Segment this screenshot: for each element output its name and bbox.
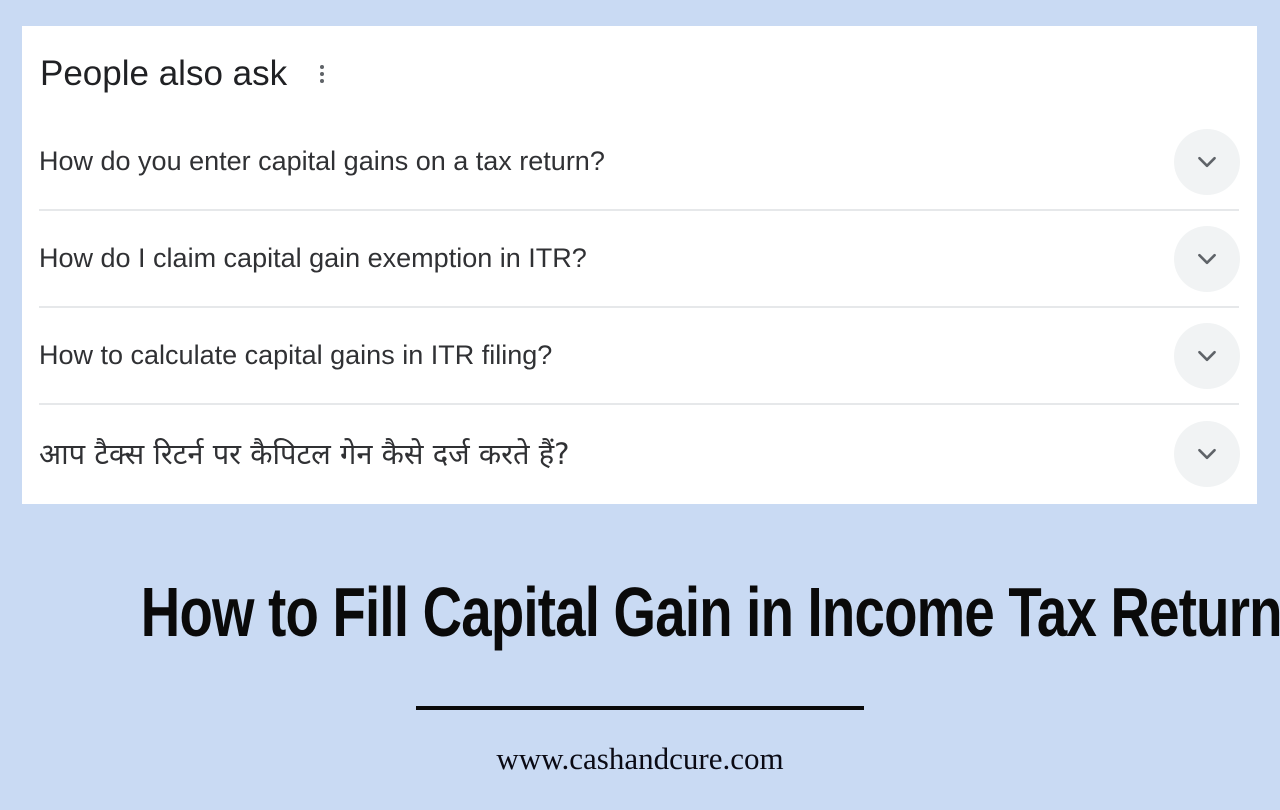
more-vert-icon[interactable] <box>317 61 327 87</box>
question-item[interactable]: How to calculate capital gains in ITR fi… <box>39 308 1240 405</box>
paa-title: People also ask <box>40 54 288 93</box>
chevron-down-icon <box>1198 253 1216 264</box>
question-text: How do I claim capital gain exemption in… <box>39 243 587 273</box>
chevron-down-icon <box>1198 156 1216 167</box>
expand-button[interactable] <box>1174 128 1240 195</box>
website-url: www.cashandcure.com <box>496 741 784 776</box>
question-list: How do you enter capital gains on a tax … <box>39 114 1240 502</box>
expand-button[interactable] <box>1174 225 1240 292</box>
chevron-down-icon <box>1198 350 1216 361</box>
divider <box>416 706 864 710</box>
question-item[interactable]: आप टैक्स रिटर्न पर कैपिटल गेन कैसे दर्ज … <box>39 405 1240 502</box>
paa-header: People also ask <box>40 54 327 94</box>
expand-button[interactable] <box>1174 322 1240 389</box>
people-also-ask-card: People also ask How do you enter capital… <box>22 26 1257 504</box>
question-text: How do you enter capital gains on a tax … <box>39 146 605 176</box>
question-text: आप टैक्स रिटर्न पर कैपिटल गेन कैसे दर्ज … <box>39 437 570 471</box>
question-item[interactable]: How do I claim capital gain exemption in… <box>39 211 1240 308</box>
chevron-down-icon <box>1198 448 1216 459</box>
headline: How to Fill Capital Gain in Income Tax R… <box>140 573 1280 651</box>
expand-button[interactable] <box>1174 420 1240 487</box>
question-text: How to calculate capital gains in ITR fi… <box>39 340 553 370</box>
question-item[interactable]: How do you enter capital gains on a tax … <box>39 114 1240 211</box>
